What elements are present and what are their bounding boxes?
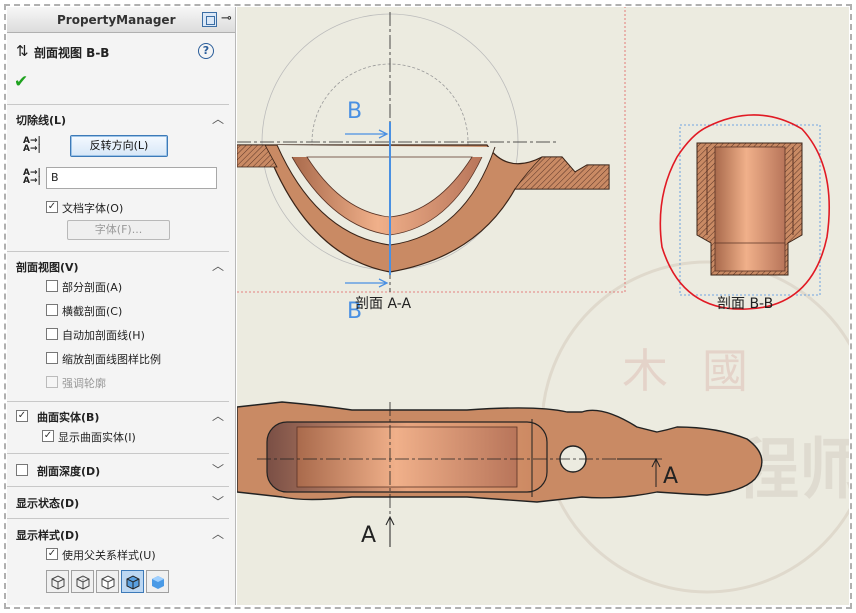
partial-section-label: 部分剖面(A) — [62, 281, 123, 294]
show-surface-bodies-label: 显示曲面实体(I) — [58, 431, 136, 444]
panel-title: PropertyManager — [57, 13, 176, 27]
chevron-up-icon[interactable]: ︿ — [212, 110, 224, 127]
help-icon[interactable]: ? — [198, 43, 214, 59]
bottom-view[interactable] — [237, 401, 763, 547]
drawing-sheet[interactable]: 木 國 工程师 — [237, 7, 849, 605]
surface-bodies-checkbox[interactable]: ✓ — [16, 410, 28, 422]
section-letter-a-right: A — [663, 464, 679, 489]
chevron-up-icon[interactable]: ︿ — [212, 257, 224, 274]
display-style-header[interactable]: 显示样式(D) ︿ — [7, 524, 229, 544]
feature-name: 剖面视图 B-B — [34, 46, 110, 60]
doc-font-checkbox[interactable]: ✓ — [46, 201, 58, 213]
panel-tab-icon[interactable] — [202, 12, 217, 27]
label-icon: A→| A→| — [23, 168, 41, 186]
cut-arrow-bottom[interactable] — [345, 278, 389, 288]
divider — [7, 104, 229, 105]
pushpin-icon[interactable]: ⊸ — [221, 11, 232, 26]
section-letter-b-top: B — [347, 99, 363, 124]
use-parent-style-checkbox[interactable]: ✓ — [46, 548, 58, 560]
hidden-lines-visible-button[interactable] — [71, 570, 94, 593]
display-state-label: 显示状态(D) — [16, 497, 80, 510]
slice-section-checkbox[interactable] — [46, 304, 58, 316]
slice-section-label: 横截剖面(C) — [62, 305, 123, 318]
section-letter-a-bottom: A — [361, 523, 377, 548]
divider — [7, 251, 229, 252]
section-view-header[interactable]: 剖面视图(V) ︿ — [7, 256, 229, 276]
section-label-input[interactable]: B — [46, 167, 217, 189]
display-state-header[interactable]: 显示状态(D) ﹀ — [7, 492, 229, 512]
section-cutline-label: 切除线(L) — [16, 114, 67, 127]
scale-hatch-label: 缩放剖面线图样比例 — [62, 353, 161, 366]
divider — [7, 453, 229, 454]
view-label-bb[interactable]: 剖面 B-B — [717, 293, 773, 313]
chevron-up-icon[interactable]: ︿ — [212, 525, 224, 542]
chevron-down-icon[interactable]: ﹀ — [212, 493, 224, 510]
auto-hatch-checkbox[interactable] — [46, 328, 58, 340]
section-view-aa[interactable] — [237, 12, 610, 292]
font-button[interactable]: 字体(F)... — [67, 220, 170, 240]
section-view-icon: ⇅ — [16, 42, 29, 60]
section-view-bb[interactable] — [696, 142, 803, 276]
show-surface-bodies-checkbox[interactable]: ✓ — [42, 430, 54, 442]
reverse-direction-button[interactable]: 反转方向(L) — [70, 135, 168, 157]
wireframe-style-button[interactable] — [46, 570, 69, 593]
view-label-aa[interactable]: 剖面 A-A — [355, 293, 411, 313]
ok-check-icon[interactable]: ✔ — [14, 72, 28, 92]
display-style-buttons — [46, 570, 176, 593]
feature-title-row: ⇅ 剖面视图 B-B — [16, 42, 226, 62]
svg-text:木: 木 — [622, 344, 668, 398]
cut-direction-icon: A→| A→| — [23, 136, 41, 154]
divider — [7, 486, 229, 487]
doc-font-label: 文档字体(O) — [62, 202, 124, 215]
cut-arrow-top[interactable] — [345, 129, 389, 139]
panel-header: PropertyManager ⊸ — [7, 7, 235, 33]
auto-hatch-label: 自动加剖面线(H) — [62, 329, 145, 342]
use-parent-style-label: 使用父关系样式(U) — [62, 549, 156, 562]
section-cutline-header[interactable]: 切除线(L) ︿ — [7, 109, 229, 129]
shaded-with-edges-button[interactable] — [121, 570, 144, 593]
scale-hatch-checkbox[interactable] — [46, 352, 58, 364]
shaded-button[interactable] — [146, 570, 169, 593]
section-depth-header[interactable]: 剖面深度(D) ﹀ — [7, 460, 229, 480]
surface-bodies-header[interactable]: ✓ 曲面实体(B) ︿ — [7, 406, 229, 426]
display-style-label: 显示样式(D) — [16, 529, 80, 542]
svg-text:國: 國 — [702, 344, 748, 398]
section-depth-label: 剖面深度(D) — [37, 465, 101, 478]
chevron-up-icon[interactable]: ︿ — [212, 407, 224, 424]
emphasize-outline-label: 强调轮廓 — [62, 377, 106, 390]
partial-section-checkbox[interactable] — [46, 280, 58, 292]
section-depth-checkbox[interactable] — [16, 464, 28, 476]
divider — [7, 518, 229, 519]
surface-bodies-label: 曲面实体(B) — [37, 411, 100, 424]
section-view-label: 剖面视图(V) — [16, 261, 79, 274]
chevron-down-icon[interactable]: ﹀ — [212, 461, 224, 478]
hidden-lines-removed-button[interactable] — [96, 570, 119, 593]
emphasize-outline-checkbox — [46, 376, 58, 388]
divider — [7, 401, 229, 402]
